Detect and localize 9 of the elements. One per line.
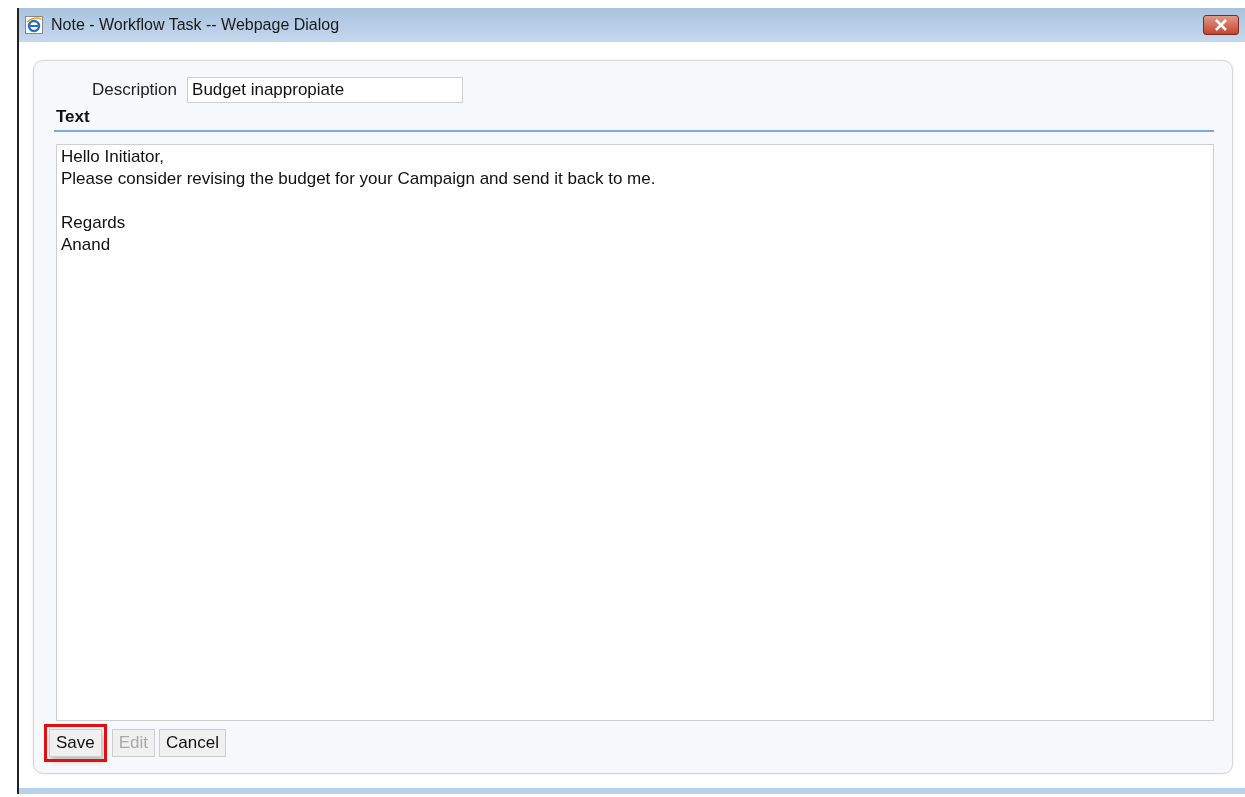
window-title: Note - Workflow Task -- Webpage Dialog: [51, 16, 341, 34]
field-label: Description: [92, 80, 178, 100]
dialog-button[interactable]: Cancel: [159, 729, 226, 757]
note-text-area[interactable]: Hello Initiator, Please consider revising the budget for your Campaign and send it back to me. Regards Anand: [56, 144, 1214, 721]
close-button[interactable]: [1203, 15, 1239, 35]
close-icon: [1214, 19, 1228, 31]
description-field[interactable]: Budget inappropiate: [187, 77, 464, 103]
browser-logo-icon: [25, 16, 43, 34]
section-heading: Text: [54, 107, 1214, 132]
